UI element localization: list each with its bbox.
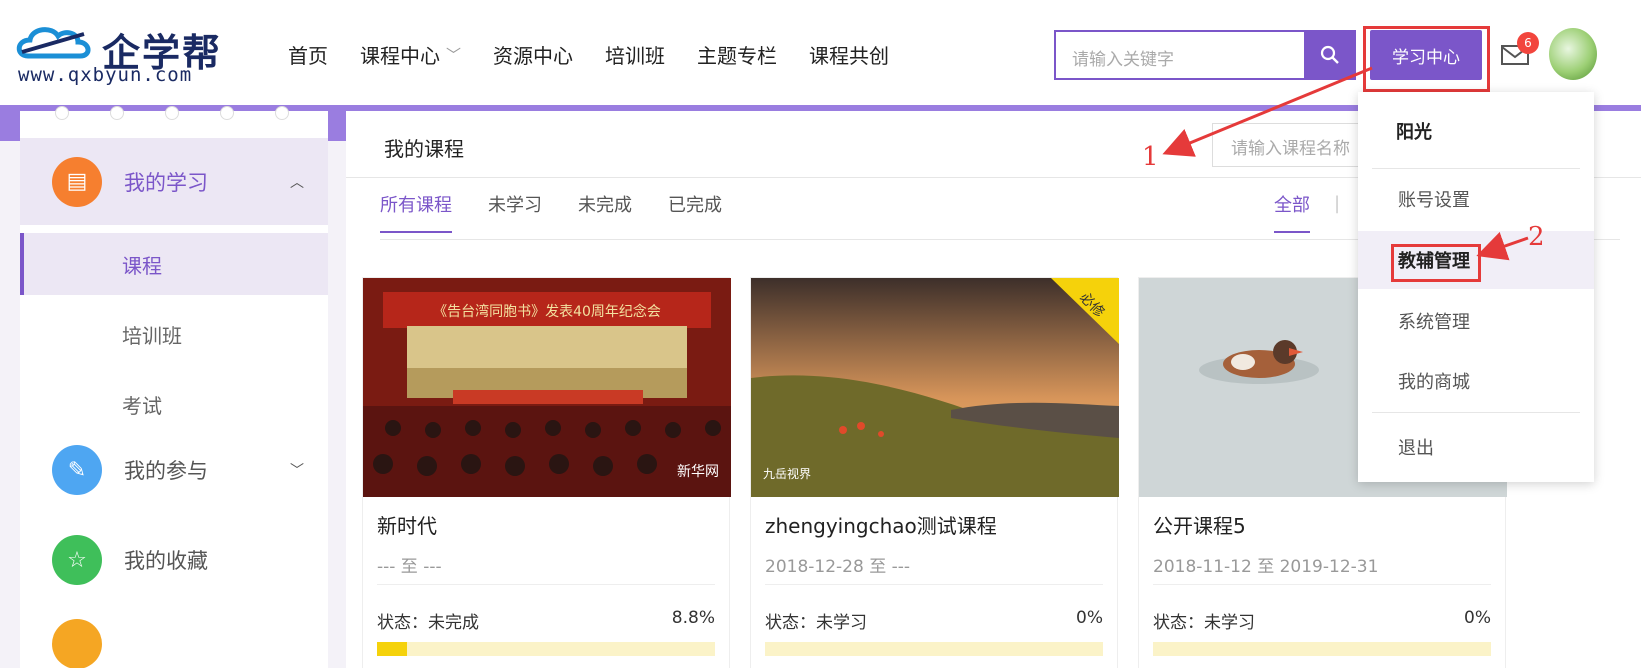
- binding-hole: [165, 106, 179, 120]
- nav-home[interactable]: 首页: [288, 40, 328, 69]
- document-edit-icon: ✎: [52, 445, 102, 495]
- thumbnail-watermark: 九岳视界: [763, 466, 811, 481]
- page: 企学帮 www.qxbyun.com 首页 课程中心 ﹀ 资源中心 培训班 主题专…: [0, 0, 1641, 668]
- binding-hole: [220, 106, 234, 120]
- chevron-down-icon: ﹀: [446, 46, 462, 64]
- progress-bar: [1153, 642, 1491, 656]
- study-center-button[interactable]: 学习中心: [1370, 30, 1482, 80]
- sidebar-item-training[interactable]: 培训班: [20, 303, 328, 365]
- nav-course-cocreate[interactable]: 课程共创: [809, 40, 889, 69]
- binding-hole: [110, 106, 124, 120]
- star-icon: ☆: [52, 535, 102, 585]
- sidebar-group-my-favorites[interactable]: ☆ 我的收藏: [20, 524, 328, 596]
- course-title: 公开课程5: [1153, 514, 1246, 538]
- nav-training-class[interactable]: 培训班: [605, 40, 665, 69]
- thumbnail-caption: 《告台湾同胞书》发表40周年纪念会: [433, 303, 661, 320]
- tab-incomplete[interactable]: 未完成: [578, 191, 632, 233]
- chevron-up-icon: ︿: [290, 174, 304, 191]
- binding-hole: [55, 106, 69, 120]
- divider: [765, 584, 1103, 585]
- thumbnail-watermark: 新华网: [677, 464, 719, 480]
- course-date: 2018-12-28 至 ---: [765, 557, 911, 577]
- nav-resource-center[interactable]: 资源中心: [493, 40, 573, 69]
- main-nav: 首页 课程中心 ﹀ 资源中心 培训班 主题专栏 课程共创: [288, 40, 921, 69]
- progress-bar: [765, 642, 1103, 656]
- filter-all[interactable]: 全部: [1274, 191, 1310, 233]
- more-icon: [52, 619, 102, 668]
- header: 企学帮 www.qxbyun.com 首页 课程中心 ﹀ 资源中心 培训班 主题专…: [0, 0, 1641, 105]
- book-icon: ▤: [52, 156, 102, 207]
- avatar[interactable]: [1549, 28, 1597, 80]
- nav-course-center[interactable]: 课程中心 ﹀: [360, 40, 461, 69]
- tab-completed[interactable]: 已完成: [668, 191, 722, 233]
- page-title: 我的课程: [384, 137, 464, 161]
- course-card[interactable]: 必修 九岳视界 zhengyingchao测试课程 2018-12-28 至 -…: [750, 277, 1119, 668]
- divider: [1372, 412, 1580, 413]
- sidebar-group-label: 我的收藏: [124, 549, 208, 573]
- course-percent: 0%: [1076, 608, 1103, 628]
- search-input[interactable]: 请输入关键字: [1054, 30, 1304, 80]
- progress-bar: [377, 642, 715, 656]
- tab-all-courses[interactable]: 所有课程: [380, 191, 452, 233]
- course-title: 新时代: [377, 514, 437, 538]
- course-title: zhengyingchao测试课程: [765, 514, 997, 538]
- menu-item-system-management[interactable]: 系统管理: [1358, 292, 1594, 350]
- menu-item-logout[interactable]: 退出: [1358, 418, 1594, 476]
- binding-hole: [275, 106, 289, 120]
- filter-separator: |: [1334, 193, 1341, 214]
- sidebar-binding-holes: [20, 106, 328, 120]
- chevron-down-icon: ﹀: [290, 463, 304, 479]
- message-count-badge: 6: [1517, 32, 1539, 54]
- menu-item-account-settings[interactable]: 账号设置: [1358, 170, 1594, 228]
- sidebar-group-label: 我的学习: [124, 170, 208, 195]
- user-dropdown-menu: 阳光 账号设置 教辅管理 系统管理 我的商城 退出: [1358, 92, 1594, 482]
- sidebar: ▤ 我的学习 ︿ 课程 培训班 考试 ✎ 我的参与 ﹀ ☆ 我的收藏: [20, 111, 328, 668]
- course-date: --- 至 ---: [377, 557, 442, 577]
- course-percent: 0%: [1464, 608, 1491, 628]
- menu-item-my-mall[interactable]: 我的商城: [1358, 352, 1594, 410]
- course-status: 状态：未完成: [377, 613, 479, 633]
- progress-fill: [377, 642, 407, 656]
- step-number-1: 1: [1142, 142, 1159, 172]
- divider: [1372, 168, 1580, 169]
- logo-url: www.qxbyun.com: [18, 64, 193, 86]
- sidebar-group-my-participation[interactable]: ✎ 我的参与 ﹀: [20, 434, 328, 506]
- course-thumbnail: 《告台湾同胞书》发表40周年纪念会 新华网: [363, 278, 731, 497]
- sidebar-item-course[interactable]: 课程: [20, 233, 328, 295]
- course-status: 状态：未学习: [765, 613, 867, 633]
- nav-topic-column[interactable]: 主题专栏: [697, 40, 777, 69]
- divider: [377, 584, 715, 585]
- course-card[interactable]: 《告台湾同胞书》发表40周年纪念会 新华网 新时代 --- 至 --- 状态：未…: [362, 277, 731, 668]
- step-number-2: 2: [1528, 222, 1545, 252]
- course-status: 状态：未学习: [1153, 613, 1255, 633]
- course-percent: 8.8%: [671, 608, 715, 628]
- menu-item-teaching-aid-management[interactable]: 教辅管理: [1358, 231, 1594, 289]
- logo[interactable]: 企学帮 www.qxbyun.com: [14, 20, 254, 86]
- sidebar-group-my-study[interactable]: ▤ 我的学习 ︿: [20, 138, 328, 225]
- tab-not-studied[interactable]: 未学习: [488, 191, 542, 233]
- sidebar-group-label: 我的参与: [124, 459, 208, 483]
- user-name: 阳光: [1396, 122, 1432, 143]
- course-thumbnail: 必修 九岳视界: [751, 278, 1119, 497]
- search-button[interactable]: [1304, 30, 1356, 80]
- course-date: 2018-11-12 至 2019-12-31: [1153, 557, 1379, 577]
- divider: [1153, 584, 1491, 585]
- course-tabs: 所有课程 未学习 未完成 已完成: [380, 191, 758, 233]
- search-icon: [1320, 45, 1339, 64]
- sidebar-item-exam[interactable]: 考试: [20, 373, 328, 435]
- cloud-logo-icon: [16, 27, 91, 59]
